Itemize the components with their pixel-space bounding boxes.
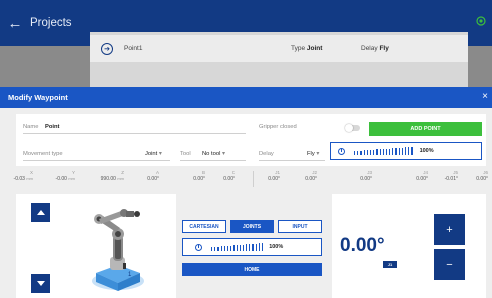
speed-slider[interactable]: 100%	[330, 142, 482, 160]
axis-value: -0.03 mm	[13, 176, 33, 182]
waypoint-type: Type Joint	[291, 45, 323, 52]
home-button[interactable]: HOME	[182, 263, 322, 276]
speedometer-icon	[195, 243, 202, 251]
list-item[interactable]: ➔ Point1 Type Joint Delay Fly	[90, 35, 468, 62]
position-readouts: X -0.03 mm Y -0.00 mm Z 990.00 mm A 0.00° B 0.00°…	[0, 170, 492, 192]
speed-ticks	[211, 243, 264, 251]
axis-value: 0.00°	[360, 176, 372, 182]
axis-value: 0.00°	[268, 176, 280, 182]
movement-type-label: Movement type	[23, 151, 63, 157]
name-underline	[23, 133, 246, 134]
delay-underline	[259, 160, 325, 161]
joint-readout: J3 0.00°	[360, 170, 372, 182]
gripper-label: Gripper closed	[259, 124, 297, 130]
tool-underline	[180, 160, 246, 161]
speed-ticks	[354, 147, 413, 155]
decrease-button[interactable]: −	[434, 249, 465, 280]
movement-type-select[interactable]: Joint ▾	[145, 151, 162, 157]
back-arrow-icon[interactable]: ←	[0, 15, 30, 32]
waypoint-name: Point1	[124, 45, 143, 52]
joints-tab[interactable]: JOINTS	[230, 220, 274, 233]
gripper-toggle[interactable]	[345, 123, 360, 132]
axis-label: J1	[275, 170, 280, 175]
cartesian-readout: X -0.03 mm	[14, 170, 33, 182]
arrow-up-icon	[36, 210, 45, 215]
axis-value: 0.00°	[305, 176, 317, 182]
robot-view-card: 1	[16, 194, 176, 298]
joint-readout: J1 0.00°	[268, 170, 280, 182]
page-title: Projects	[30, 17, 72, 29]
robot-arm-icon: 1	[92, 209, 144, 291]
cartesian-readout: Z 990.00 mm	[101, 170, 124, 182]
axis-label: J4	[423, 170, 428, 175]
axis-label: A	[155, 170, 159, 175]
jog-speed-slider[interactable]: 100%	[182, 238, 322, 256]
axis-label: B	[201, 170, 205, 175]
axis-value: 0.00°	[193, 176, 205, 182]
axis-label: J3	[367, 170, 372, 175]
move-down-button[interactable]	[31, 274, 50, 293]
axis-label: X	[29, 170, 33, 175]
axis-label: J5	[453, 170, 458, 175]
modal-body: Name Point Gripper closed ADD POINT Move…	[0, 108, 492, 298]
connection-icon	[476, 16, 486, 26]
arrow-down-icon	[36, 281, 45, 286]
delay-label: Delay	[259, 151, 274, 157]
axis-value: -0.00 mm	[55, 176, 75, 182]
axis-label: Z	[121, 170, 124, 175]
add-point-button[interactable]: ADD POINT	[369, 122, 482, 136]
close-icon[interactable]: ×	[482, 91, 488, 102]
name-field[interactable]: Point	[45, 124, 60, 130]
cartesian-tab[interactable]: CARTESIAN	[182, 220, 226, 233]
axis-value: -0.01°	[444, 176, 458, 182]
axis-value: 0.00°	[476, 176, 488, 182]
axis-value: 0.00°	[416, 176, 428, 182]
modal-header: Modify Waypoint ×	[0, 87, 492, 108]
increase-button[interactable]: +	[434, 214, 465, 245]
modal-title: Modify Waypoint	[8, 93, 68, 102]
cartesian-readout: Y -0.00 mm	[56, 170, 75, 182]
axis-label: J2	[312, 170, 317, 175]
tool-label: Tool	[180, 151, 191, 157]
speed-percent: 100%	[419, 148, 434, 154]
input-tab[interactable]: INPUT	[278, 220, 322, 233]
waypoint-form: Name Point Gripper closed ADD POINT Move…	[16, 114, 486, 166]
joint-readout: J6 0.00°	[476, 170, 488, 182]
cartesian-readout: A 0.00°	[147, 170, 159, 182]
waypoint-list: ➔ Point1 Type Joint Delay Fly	[90, 32, 468, 92]
axis-label: Y	[71, 170, 75, 175]
axis-label: C	[231, 170, 235, 175]
movement-underline	[23, 160, 170, 161]
axis-value: 0.00°	[223, 176, 235, 182]
name-label: Name	[23, 124, 39, 130]
joint-value: 0.00°	[340, 235, 385, 256]
cartesian-readout: B 0.00°	[193, 170, 205, 182]
joint-badge: J1	[383, 261, 397, 268]
tool-select[interactable]: No tool ▾	[202, 151, 225, 157]
move-up-button[interactable]	[31, 203, 50, 222]
speedometer-icon	[338, 147, 345, 155]
joint-readout: J2 0.00°	[305, 170, 317, 182]
waypoint-delay: Delay Fly	[361, 45, 389, 52]
axis-value: 990.00 mm	[100, 176, 124, 182]
cartesian-readout: C 0.00°	[223, 170, 235, 182]
joint-readout: J4 0.00°	[416, 170, 428, 182]
joint-readout: J5 -0.01°	[445, 170, 458, 182]
joint-jog-card: 0.00° J1 + −	[332, 194, 486, 298]
axis-value: 0.00°	[147, 176, 159, 182]
jog-speed-percent: 100%	[269, 244, 284, 250]
readout-divider	[253, 171, 254, 187]
axis-label: J6	[483, 170, 488, 175]
arrow-right-icon: ➔	[101, 42, 113, 55]
delay-select[interactable]: Fly ▾	[307, 151, 319, 157]
